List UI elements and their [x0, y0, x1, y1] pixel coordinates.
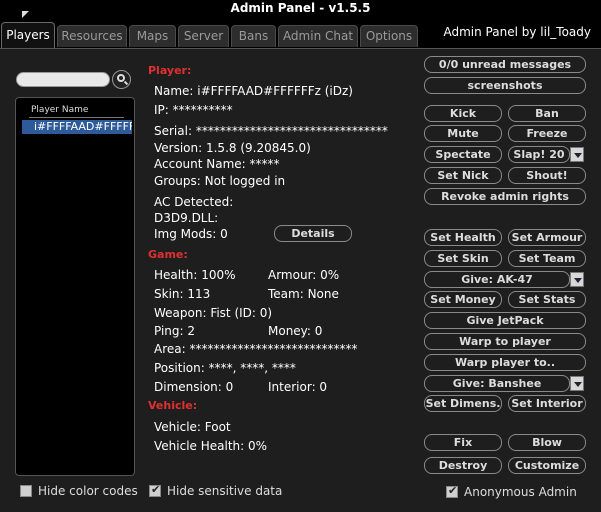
set-dimension-button[interactable]: Set Dimens.	[424, 395, 502, 412]
tab-server[interactable]: Server	[178, 25, 229, 47]
give-vehicle-button[interactable]: Give: Banshee	[424, 375, 570, 392]
player-serial-info: Serial: ********************************	[154, 124, 388, 138]
slap-dropdown-arrow-icon[interactable]	[570, 147, 584, 162]
search-button[interactable]	[112, 70, 131, 89]
unread-messages-button[interactable]: 0/0 unread messages	[424, 56, 586, 73]
screenshots-button[interactable]: screenshots	[424, 77, 586, 94]
tab-admin-chat[interactable]: Admin Chat	[278, 25, 358, 47]
revoke-admin-button[interactable]: Revoke admin rights	[424, 188, 586, 205]
team-info: Team: None	[268, 287, 339, 301]
tab-options[interactable]: Options	[360, 25, 418, 47]
ac-detected-info: AC Detected:	[154, 195, 234, 209]
tab-resources[interactable]: Resources	[57, 25, 127, 47]
anonymous-admin-label: Anonymous Admin	[464, 485, 577, 499]
title-bar[interactable]: Admin Panel - v1.5.5	[0, 0, 601, 18]
set-stats-button[interactable]: Set Stats	[508, 291, 586, 308]
ban-button[interactable]: Ban	[508, 105, 586, 122]
weapon-info: Weapon: Fist (ID: 0)	[154, 306, 273, 320]
spectate-button[interactable]: Spectate	[424, 146, 502, 163]
d3d9-info: D3D9.DLL:	[154, 211, 219, 225]
blow-button[interactable]: Blow	[508, 434, 586, 451]
hide-sensitive-data-label: Hide sensitive data	[167, 484, 283, 498]
author-byline: Admin Panel by lil_Toady	[443, 25, 592, 39]
player-groups-info: Groups: Not logged in	[154, 174, 286, 188]
warp-player-to-button[interactable]: Warp player to..	[424, 354, 586, 371]
set-nick-button[interactable]: Set Nick	[424, 167, 502, 184]
health-info: Health: 100%	[154, 268, 236, 282]
ping-info: Ping: 2	[154, 324, 196, 338]
admin-panel-window: Admin Panel - v1.5.5 Players Resources M…	[0, 0, 601, 512]
give-weapon-button[interactable]: Give: AK-47	[424, 271, 570, 288]
kick-button[interactable]: Kick	[424, 105, 502, 122]
set-armour-button[interactable]: Set Armour	[508, 229, 586, 246]
player-ip-info: IP: **********	[154, 103, 233, 117]
player-account-info: Account Name: *****	[154, 157, 280, 171]
checkbox-box[interactable]	[20, 485, 32, 497]
weapon-dropdown-arrow-icon[interactable]	[570, 272, 584, 287]
player-list-row[interactable]: i#FFFFAAD#FFFFFFz	[22, 120, 132, 134]
vehicle-section-heading: Vehicle:	[148, 399, 198, 412]
hide-color-codes-checkbox[interactable]: Hide color codes	[20, 484, 138, 498]
player-list[interactable]: Player Name i#FFFFAAD#FFFFFFz	[15, 97, 135, 476]
skin-info: Skin: 113	[154, 287, 211, 301]
anonymous-admin-checkbox[interactable]: Anonymous Admin	[446, 484, 577, 499]
players-tab-content: Player Name i#FFFFAAD#FFFFFFz Hide color…	[0, 48, 601, 512]
give-jetpack-button[interactable]: Give JetPack	[424, 312, 586, 329]
money-info: Money: 0	[268, 324, 323, 338]
hide-sensitive-data-checkbox[interactable]: Hide sensitive data	[149, 483, 283, 498]
set-health-button[interactable]: Set Health	[424, 229, 502, 246]
tab-players[interactable]: Players	[1, 22, 55, 48]
fix-button[interactable]: Fix	[424, 434, 502, 451]
shout-button[interactable]: Shout!	[508, 167, 586, 184]
armour-info: Armour: 0%	[268, 268, 340, 282]
set-interior-button[interactable]: Set Interior	[508, 395, 586, 412]
img-mods-info: Img Mods: 0	[154, 227, 228, 241]
set-team-button[interactable]: Set Team	[508, 250, 586, 267]
vehicle-dropdown-arrow-icon[interactable]	[570, 376, 584, 391]
game-section-heading: Game:	[148, 248, 188, 261]
slap-button[interactable]: Slap! 20	[508, 146, 570, 163]
interior-info: Interior: 0	[268, 380, 328, 394]
tab-bar: Players Resources Maps Server Bans Admin…	[0, 22, 601, 48]
hide-color-codes-label: Hide color codes	[38, 484, 138, 498]
window-title: Admin Panel - v1.5.5	[230, 1, 371, 15]
player-name-column-header[interactable]: Player Name	[31, 105, 88, 115]
player-name-info: Name: i#FFFFAAD#FFFFFFz (iDz)	[154, 84, 353, 98]
header-divider	[29, 117, 124, 118]
player-search-input[interactable]	[16, 72, 110, 87]
dimension-info: Dimension: 0	[154, 380, 234, 394]
vehicle-info: Vehicle: Foot	[154, 420, 231, 434]
vehicle-health-info: Vehicle Health: 0%	[154, 439, 268, 453]
checkbox-box[interactable]	[446, 484, 458, 498]
checkbox-box[interactable]	[149, 483, 161, 497]
mute-button[interactable]: Mute	[424, 125, 502, 142]
set-skin-button[interactable]: Set Skin	[424, 250, 502, 267]
warp-to-player-button[interactable]: Warp to player	[424, 333, 586, 350]
position-info: Position: ****, ****, ****	[154, 361, 296, 375]
freeze-button[interactable]: Freeze	[508, 125, 586, 142]
player-version-info: Version: 1.5.8 (9.20845.0)	[154, 141, 311, 155]
set-money-button[interactable]: Set Money	[424, 291, 502, 308]
area-info: Area: ****************************	[154, 342, 358, 356]
details-button[interactable]: Details	[274, 225, 352, 242]
tab-maps[interactable]: Maps	[129, 25, 176, 47]
tab-bans[interactable]: Bans	[231, 25, 276, 47]
player-section-heading: Player:	[148, 64, 192, 77]
destroy-button[interactable]: Destroy	[424, 457, 502, 474]
customize-button[interactable]: Customize	[508, 457, 586, 474]
